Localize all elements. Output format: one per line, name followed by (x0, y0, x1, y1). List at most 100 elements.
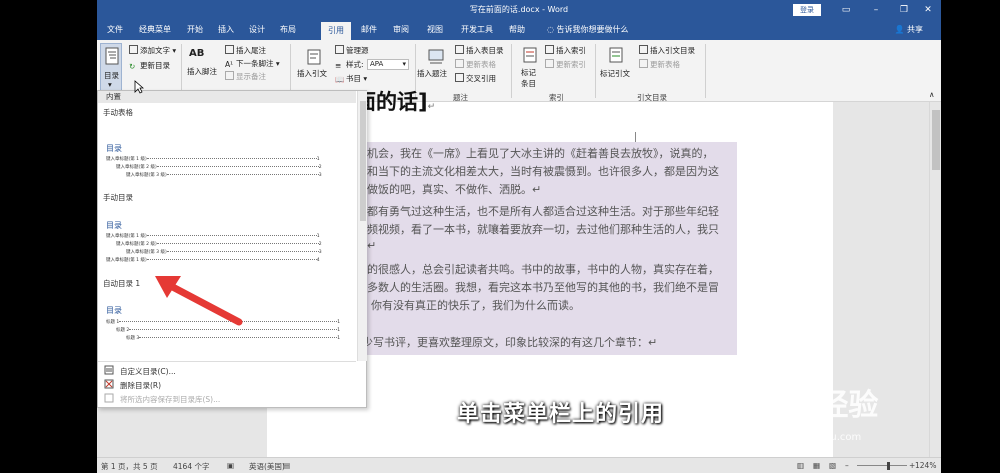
update-authorities-table-button[interactable]: 更新表格 (639, 59, 680, 70)
lightbulb-icon: ◌ (547, 25, 557, 34)
menu-divider (98, 361, 356, 362)
tab-view[interactable]: 视图 (421, 20, 449, 40)
toc-preview-line: 键入章标题(第 3 级) 3 (126, 250, 322, 255)
cross-reference-icon (455, 73, 464, 82)
print-layout-icon[interactable]: ▦ (813, 461, 820, 470)
scrollbar-thumb[interactable] (932, 110, 940, 170)
proofing-icon[interactable]: ▣ (227, 461, 234, 470)
toc-preview-line: 键入章标题(第 3 级) 3 (126, 173, 322, 178)
table-of-figures-icon (455, 45, 464, 54)
update-figures-table-button[interactable]: 更新表格 (455, 59, 496, 70)
mark-citation-icon (609, 47, 623, 63)
zoom-slider-thumb[interactable] (887, 462, 890, 470)
tell-me-box[interactable]: ◌ 告诉我你想要做什么 (547, 24, 629, 35)
red-arrow-annotation (155, 276, 243, 326)
person-icon: 👤 (894, 25, 907, 34)
update-table-icon (639, 59, 648, 68)
gallery-section-name: 手动目录 (103, 193, 133, 202)
tab-help[interactable]: 帮助 (503, 20, 531, 40)
ribbon-tabs: 文件 经典菜单 开始 插入 设计 布局 引用 邮件 审阅 视图 开发工具 帮助 … (97, 20, 941, 40)
tab-developer[interactable]: 开发工具 (457, 20, 497, 40)
show-notes-icon (225, 71, 234, 80)
doc-line: 和当下的主流文化相差太大，当时有被震慑到。也许很多人，都是因为这 (367, 165, 719, 178)
toc-button[interactable]: 目录 ▾ (100, 43, 122, 91)
next-footnote-icon: A¹ (225, 60, 234, 69)
add-text-button[interactable]: 添加文字 ▾ (129, 45, 176, 56)
tab-insert[interactable]: 插入 (212, 20, 240, 40)
accessibility-icon[interactable]: ▤ (283, 461, 290, 470)
web-layout-icon[interactable]: ▧ (829, 461, 836, 470)
insert-table-of-authorities-label: 插入引文目录 (650, 46, 695, 55)
toc-preview-line: 键入章标题(第 1 级) 4 (106, 258, 320, 263)
mark-entry-button[interactable]: 标记 条目 (521, 67, 536, 89)
toc-preview-title: 目录 (106, 144, 122, 153)
tab-layout[interactable]: 布局 (274, 20, 302, 40)
watermark-url: jingyan.baidu.com (769, 432, 862, 443)
custom-toc-icon (104, 365, 114, 375)
insert-endnote-label: 插入尾注 (236, 46, 266, 55)
tab-file[interactable]: 文件 (101, 20, 129, 40)
doc-line: 多数人的生活圈。我想，看完这本书乃至他写的其他的书，我们绝不是冒 (367, 281, 719, 294)
insert-caption-button[interactable]: 插入题注 (417, 68, 447, 79)
doc-line: 的很感人，总会引起读者共鸣。书中的故事，书中的人物，真实存在着， (367, 263, 719, 276)
vertical-scrollbar[interactable] (929, 102, 941, 457)
watermark-logo: Bai经验 (765, 388, 879, 423)
doc-line: 做饭的吧，真实、不做作、洒脱。↵ (367, 183, 542, 196)
language-status[interactable]: 英语(美国) (249, 461, 285, 472)
add-text-label: 添加文字 (140, 46, 170, 55)
tab-design[interactable]: 设计 (243, 20, 271, 40)
manage-sources-button[interactable]: 管理源 (335, 45, 369, 56)
chevron-down-icon: ▾ (108, 80, 112, 89)
word-count[interactable]: 4164 个字 (173, 461, 209, 472)
tab-references[interactable]: 引用 (321, 22, 351, 40)
save-selection-to-gallery-label: 将所选内容保存到目录库(S)... (120, 395, 221, 404)
insert-table-of-authorities-button[interactable]: 插入引文目录 (639, 45, 695, 56)
maximize-icon[interactable]: ❐ (897, 3, 911, 17)
group-divider (705, 44, 706, 98)
add-text-icon (129, 45, 138, 54)
login-button[interactable]: 登录 (793, 4, 821, 16)
ribbon-display-icon[interactable]: ▭ (839, 3, 853, 17)
insert-endnote-button[interactable]: 插入尾注 (225, 45, 266, 56)
insert-footnote-button[interactable]: 插入脚注 (187, 66, 217, 77)
collapse-ribbon-icon[interactable]: ∧ (929, 90, 935, 99)
zoom-slider[interactable] (857, 465, 907, 466)
insert-citation-button[interactable]: 插入引文 (297, 68, 327, 79)
show-notes-label: 显示备注 (236, 72, 266, 81)
insert-table-of-figures-button[interactable]: 插入表目录 (455, 45, 504, 56)
style-label-row: ≡ 样式: (335, 59, 364, 70)
read-mode-icon[interactable]: ▥ (797, 461, 804, 470)
video-subtitle: 单击菜单栏上的引用 (457, 402, 665, 427)
tab-mailings[interactable]: 邮件 (355, 20, 383, 40)
style-select[interactable]: APA ▾ (367, 59, 409, 70)
mark-citation-button[interactable]: 标记引文 (600, 68, 630, 79)
toc-preview-line: 标题 31 (126, 336, 341, 341)
save-to-gallery-icon (104, 393, 114, 403)
cross-reference-button[interactable]: 交叉引用 (455, 73, 496, 84)
minimize-icon[interactable]: – (869, 3, 883, 17)
document-heading: 面的话]↵ (355, 86, 435, 116)
cross-reference-label: 交叉引用 (466, 74, 496, 83)
update-toc-button[interactable]: ↻ 更新目录 (129, 60, 170, 71)
insert-index-icon (545, 45, 554, 54)
doc-line: 都有勇气过这种生活，也不是所有人都适合过这种生活。对于那些年纪轻 (367, 205, 719, 218)
gallery-scrollbar-thumb[interactable] (360, 101, 366, 221)
zoom-out-icon[interactable]: – (845, 461, 849, 470)
show-notes-button[interactable]: 显示备注 (225, 71, 266, 82)
bibliography-button[interactable]: 📖 书目 ▾ (335, 73, 367, 84)
close-icon[interactable]: ✕ (921, 3, 935, 17)
page-count[interactable]: 第 1 页，共 5 页 (101, 461, 158, 472)
gallery-scrollbar[interactable] (357, 91, 367, 361)
gallery-section-name: 手动表格 (103, 108, 133, 117)
update-index-button[interactable]: 更新索引 (545, 59, 586, 70)
bibliography-label: 书目 (346, 74, 361, 83)
tab-classic-menu[interactable]: 经典菜单 (133, 20, 177, 40)
share-button[interactable]: 👤 共享 (894, 24, 923, 35)
endnote-icon (225, 45, 234, 54)
tab-review[interactable]: 审阅 (387, 20, 415, 40)
tab-home[interactable]: 开始 (181, 20, 209, 40)
next-footnote-button[interactable]: A¹ 下一条脚注 ▾ (225, 58, 280, 69)
zoom-level[interactable]: 124% (915, 461, 936, 470)
insert-index-button[interactable]: 插入索引 (545, 45, 586, 56)
insert-caption-icon (428, 49, 444, 64)
